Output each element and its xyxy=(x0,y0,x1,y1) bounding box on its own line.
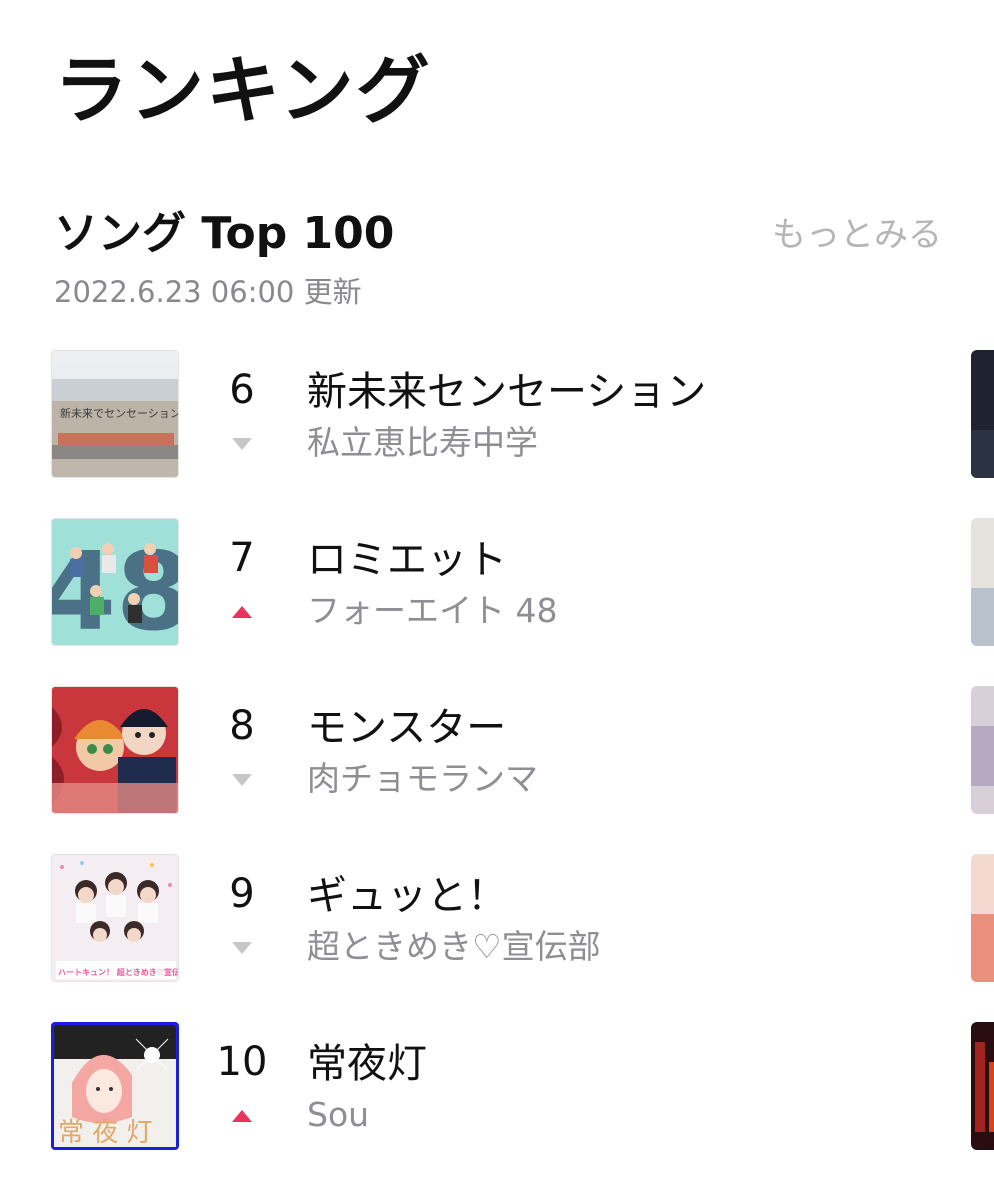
see-more-link[interactable]: もっとみる xyxy=(772,212,942,258)
album-art-caption: ハートキュン！ 超ときめき♡宣伝部 xyxy=(58,967,179,977)
song-row[interactable]: 常 夜 灯 10 常夜灯 Sou xyxy=(0,1022,994,1150)
rank-number: 6 xyxy=(229,367,255,413)
song-title: ロミエット xyxy=(307,537,507,583)
song-title: 常夜灯 xyxy=(307,1041,427,1087)
updated-timestamp: 2022.6.23 06:00 更新 xyxy=(54,275,362,309)
rank-number: 9 xyxy=(229,871,255,917)
album-art-caption: 新未来でセンセーション xyxy=(60,406,179,420)
artist-name: Sou xyxy=(307,1095,370,1134)
trend-down-icon xyxy=(232,772,252,786)
artist-name: 肉チョモランマ xyxy=(307,759,538,798)
rank-number: 10 xyxy=(216,1039,268,1085)
album-art: 48 xyxy=(51,518,179,646)
next-column-art[interactable] xyxy=(971,686,994,814)
artist-name: 私立恵比寿中学 xyxy=(307,423,538,462)
rank-number: 8 xyxy=(229,703,255,749)
next-column-art[interactable] xyxy=(971,854,994,982)
rank-number: 7 xyxy=(229,535,255,581)
album-art-caption: 常 夜 灯 xyxy=(58,1118,153,1147)
next-column-art[interactable] xyxy=(971,350,994,478)
trend-up-icon xyxy=(232,604,252,618)
song-row[interactable]: ハートキュン！ 超ときめき♡宣伝部 9 ギュッと！ 超ときめき♡宣伝部 xyxy=(0,854,994,982)
album-art: ハートキュン！ 超ときめき♡宣伝部 xyxy=(51,854,179,982)
trend-down-icon xyxy=(232,940,252,954)
next-column-art[interactable] xyxy=(971,1022,994,1150)
song-row[interactable]: 48 7 ロミエット フォーエイト 48 xyxy=(0,518,994,646)
album-art: 常 夜 灯 xyxy=(51,1022,179,1150)
song-row[interactable]: 新未来でセンセーション 6 新未来センセーション 私立恵比寿中学 xyxy=(0,350,994,478)
artist-name: フォーエイト 48 xyxy=(307,591,558,630)
song-title: モンスター xyxy=(307,705,507,751)
trend-up-icon xyxy=(232,1108,252,1122)
trend-down-icon xyxy=(232,436,252,450)
album-art: 新未来でセンセーション xyxy=(51,350,179,478)
section-title: ソング Top 100 xyxy=(54,208,395,259)
song-title: ギュッと！ xyxy=(307,873,507,919)
artist-name: 超ときめき♡宣伝部 xyxy=(307,927,601,966)
song-row[interactable]: 8 モンスター 肉チョモランマ xyxy=(0,686,994,814)
album-art xyxy=(51,686,179,814)
ranking-page: ランキング ソング Top 100 もっとみる 2022.6.23 06:00 … xyxy=(0,0,994,1200)
song-title: 新未来センセーション xyxy=(307,369,707,415)
page-title: ランキング xyxy=(54,48,432,134)
next-column-art[interactable] xyxy=(971,518,994,646)
album-art-caption: 48 xyxy=(52,530,179,646)
